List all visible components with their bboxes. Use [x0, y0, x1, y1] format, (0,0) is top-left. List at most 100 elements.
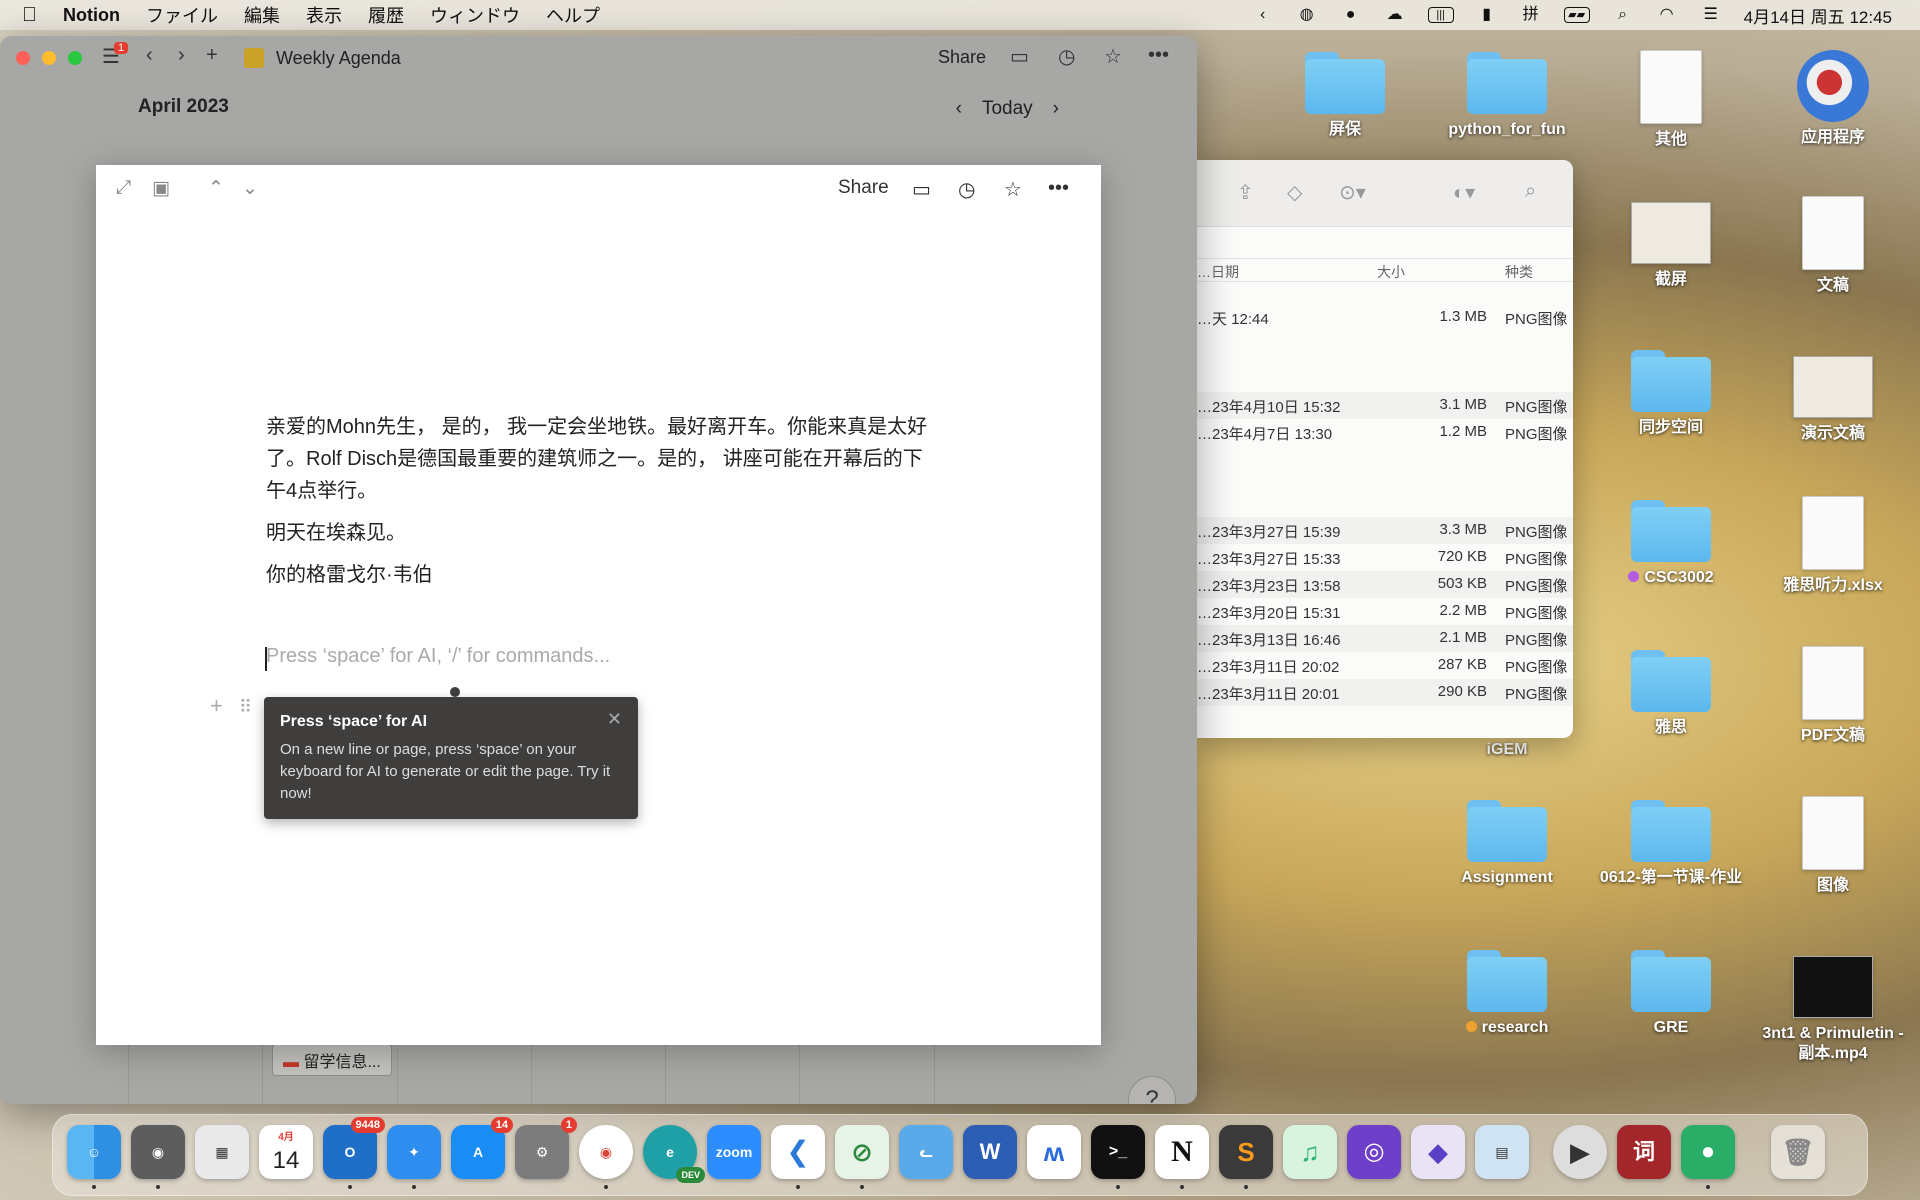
- more-actions-icon[interactable]: ⊙▾: [1339, 180, 1366, 205]
- menu-window[interactable]: ウィンドウ: [430, 2, 520, 28]
- word-icon[interactable]: W: [963, 1125, 1017, 1179]
- battery-icon[interactable]: ▰▰: [1563, 7, 1590, 23]
- file-row[interactable]: …23年3月27日 15:39 3.3 MB PNG图像: [1197, 517, 1573, 544]
- next-month-icon[interactable]: ›: [1053, 98, 1059, 120]
- file-row[interactable]: …23年3月11日 20:02 287 KB PNG图像: [1197, 652, 1573, 679]
- back-icon[interactable]: ‹: [146, 44, 153, 67]
- desktop-folder-research[interactable]: research: [1432, 950, 1582, 1038]
- desktop-documents[interactable]: 文稿: [1758, 196, 1908, 296]
- desktop-folder-python[interactable]: python_for_fun: [1432, 52, 1582, 140]
- music-app-icon[interactable]: ♫: [1283, 1125, 1337, 1179]
- menu-history[interactable]: 履歴: [368, 2, 404, 28]
- today-button[interactable]: Today: [982, 98, 1033, 120]
- chrome-icon[interactable]: ◉: [579, 1125, 633, 1179]
- comment-icon[interactable]: ▭: [1010, 44, 1029, 69]
- battery-saver-icon[interactable]: |||: [1427, 7, 1454, 23]
- close-window-icon[interactable]: [16, 51, 30, 65]
- infuse-icon[interactable]: ▶: [1553, 1125, 1607, 1179]
- file-row[interactable]: …23年3月13日 16:46 2.1 MB PNG图像: [1197, 625, 1573, 652]
- file-row[interactable]: …23年4月7日 13:30 1.2 MB PNG图像: [1197, 419, 1573, 446]
- menu-view[interactable]: 表示: [306, 2, 342, 28]
- chevron-up-icon[interactable]: ⌃: [208, 177, 224, 200]
- add-block-icon[interactable]: +: [210, 693, 223, 718]
- menu-edit[interactable]: 編集: [244, 2, 280, 28]
- github-desktop-icon[interactable]: ◎: [1347, 1125, 1401, 1179]
- wifi-icon[interactable]: ◠: [1656, 6, 1678, 24]
- history-icon[interactable]: ◷: [1058, 44, 1075, 69]
- apple-menu-icon[interactable]: : [22, 4, 37, 27]
- peek-mode-icon[interactable]: ▣: [152, 177, 170, 200]
- dictionary-icon[interactable]: 词: [1617, 1125, 1671, 1179]
- desktop-screenshots[interactable]: 截屏: [1596, 196, 1746, 290]
- menu-app-name[interactable]: Notion: [63, 5, 120, 26]
- close-icon[interactable]: ✕: [607, 709, 622, 730]
- column-kind[interactable]: 种类: [1505, 262, 1533, 282]
- calendar-icon[interactable]: 4月 14: [259, 1125, 313, 1179]
- file-row[interactable]: …23年4月10日 15:32 3.1 MB PNG图像: [1197, 392, 1573, 419]
- menu-help[interactable]: ヘルプ: [546, 2, 600, 28]
- sublime-text-icon[interactable]: S: [1219, 1125, 1273, 1179]
- launchpad-icon[interactable]: ▦: [195, 1125, 249, 1179]
- file-row[interactable]: …天 12:44 1.3 MB PNG图像: [1197, 304, 1573, 331]
- desktop-pdf-documents[interactable]: PDF文稿: [1758, 646, 1908, 746]
- favorite-star-icon[interactable]: ☆: [1104, 44, 1122, 69]
- paragraph[interactable]: 明天在埃森见。: [266, 517, 936, 549]
- m-app-icon[interactable]: ʍ: [1027, 1125, 1081, 1179]
- app-store-icon[interactable]: A 14: [451, 1117, 513, 1179]
- cat-app-icon[interactable]: ᓚ: [899, 1125, 953, 1179]
- history-icon[interactable]: ◷: [958, 177, 975, 202]
- desktop-folder-assignment[interactable]: Assignment: [1432, 800, 1582, 888]
- comment-icon[interactable]: ▭: [912, 177, 931, 202]
- desktop-folder-ielts[interactable]: 雅思: [1596, 650, 1746, 738]
- search-icon[interactable]: ⌕: [1525, 180, 1536, 203]
- pasta-app-icon[interactable]: ◉: [131, 1125, 185, 1179]
- terminal-icon[interactable]: >_: [1091, 1125, 1145, 1179]
- new-page-icon[interactable]: +: [206, 44, 218, 67]
- system-settings-icon[interactable]: ⚙ 1: [515, 1117, 577, 1179]
- desktop-video-file[interactable]: 3nt1 & Primuletin - 副本.mp4: [1758, 950, 1908, 1064]
- vscode-icon[interactable]: ❮: [771, 1125, 825, 1179]
- finder-icon[interactable]: ☺: [67, 1125, 121, 1179]
- group-icon[interactable]: ◐▾: [1453, 180, 1475, 205]
- drag-handle-icon[interactable]: ⠿: [239, 697, 252, 717]
- desktop-presentations[interactable]: 演示文稿: [1758, 350, 1908, 444]
- edge-dev-icon[interactable]: e DEV: [643, 1125, 705, 1183]
- control-center-icon[interactable]: ☰: [1700, 6, 1722, 24]
- network-app-icon[interactable]: ⊘: [835, 1125, 889, 1179]
- desktop-folder-0612[interactable]: 0612-第一节课-作业: [1596, 800, 1746, 888]
- page-content[interactable]: 亲爱的Mohn先生， 是的， 我一定会坐地铁。最好离开车。你能来真是太好了。Ro…: [266, 411, 936, 601]
- file-row[interactable]: …23年3月23日 13:58 503 KB PNG图像: [1197, 571, 1573, 598]
- cloud-icon[interactable]: ☁: [1384, 6, 1406, 24]
- zoom-window-icon[interactable]: [68, 51, 82, 65]
- wechat-icon[interactable]: ●: [1681, 1125, 1735, 1179]
- preview-icon[interactable]: ▤: [1475, 1125, 1529, 1179]
- desktop-images[interactable]: 图像: [1758, 796, 1908, 896]
- browser-icon[interactable]: ◍: [1296, 6, 1318, 24]
- favorite-star-icon[interactable]: ☆: [1004, 177, 1022, 202]
- wechat-icon[interactable]: ●: [1340, 6, 1362, 24]
- outlook-icon[interactable]: O 9448: [323, 1117, 385, 1179]
- desktop-folder-screensaver[interactable]: 屏保: [1270, 52, 1420, 140]
- more-options-icon[interactable]: •••: [1148, 44, 1169, 67]
- minimize-window-icon[interactable]: [42, 51, 56, 65]
- tag-icon[interactable]: ◇: [1287, 180, 1302, 205]
- trash-icon[interactable]: 🗑: [1771, 1125, 1825, 1179]
- column-size[interactable]: 大小: [1377, 262, 1405, 282]
- desktop-folder-gre[interactable]: GRE: [1596, 950, 1746, 1038]
- chevron-left-icon[interactable]: ‹: [1252, 6, 1274, 24]
- expand-icon[interactable]: ⤢: [116, 177, 131, 199]
- paragraph[interactable]: 你的格雷戈尔·韦伯: [266, 559, 936, 591]
- desktop-folder-csc3002[interactable]: CSC3002: [1596, 500, 1746, 588]
- file-row[interactable]: …23年3月27日 15:33 720 KB PNG图像: [1197, 544, 1573, 571]
- clock[interactable]: 4月14日 周五 12:45: [1744, 3, 1892, 28]
- notion-icon[interactable]: N: [1155, 1125, 1209, 1179]
- menu-file[interactable]: ファイル: [146, 2, 218, 28]
- chevron-down-icon[interactable]: ⌄: [242, 177, 258, 200]
- more-options-icon[interactable]: •••: [1048, 177, 1069, 200]
- obsidian-icon[interactable]: ◆: [1411, 1125, 1465, 1179]
- paragraph[interactable]: 亲爱的Mohn先生， 是的， 我一定会坐地铁。最好离开车。你能来真是太好了。Ro…: [266, 411, 936, 507]
- file-row[interactable]: …23年3月20日 15:31 2.2 MB PNG图像: [1197, 598, 1573, 625]
- desktop-applications[interactable]: 应用程序: [1758, 50, 1908, 148]
- forward-icon[interactable]: ›: [178, 44, 185, 67]
- column-date[interactable]: …日期: [1197, 262, 1239, 282]
